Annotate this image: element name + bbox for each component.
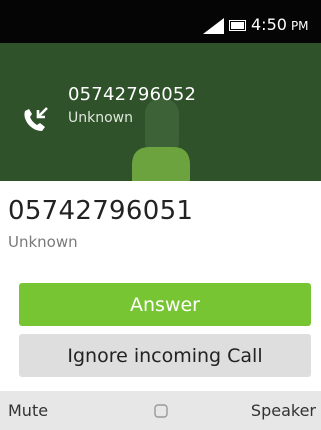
signal-icon [203, 18, 224, 34]
clock-time: 4:50 [251, 15, 287, 34]
clock-ampm: PM [290, 19, 309, 33]
softkey-bar: Mute Speaker [0, 391, 321, 430]
answer-button[interactable]: Answer [19, 283, 311, 326]
speaker-softkey[interactable]: Speaker [251, 400, 316, 422]
active-call-number: 05742796052 [68, 84, 197, 105]
incoming-call-number: 05742796051 [8, 196, 194, 226]
incoming-call-status: Unknown [8, 233, 78, 251]
select-icon[interactable] [154, 404, 168, 418]
active-call-panel[interactable]: 05742796052 Unknown [0, 43, 321, 181]
battery-icon [229, 20, 246, 31]
status-bar: 4:50 PM [0, 0, 321, 43]
incoming-call-icon [24, 107, 48, 131]
ignore-call-button[interactable]: Ignore incoming Call [19, 334, 311, 377]
mute-softkey[interactable]: Mute [8, 400, 48, 422]
clock: 4:50 PM [251, 14, 309, 37]
active-call-status: Unknown [68, 110, 133, 126]
